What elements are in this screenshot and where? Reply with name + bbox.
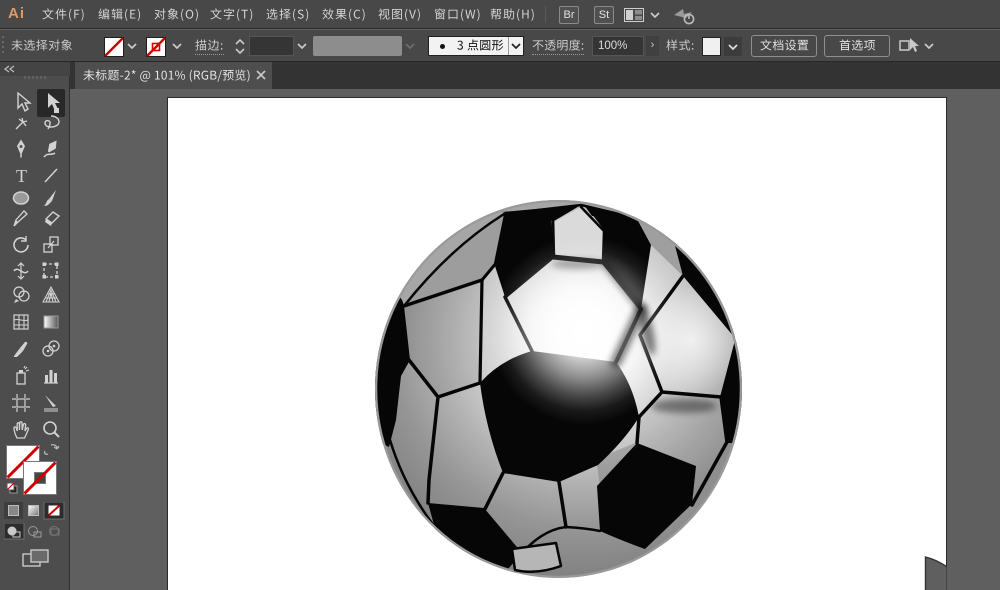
svg-text:T: T xyxy=(16,166,27,186)
